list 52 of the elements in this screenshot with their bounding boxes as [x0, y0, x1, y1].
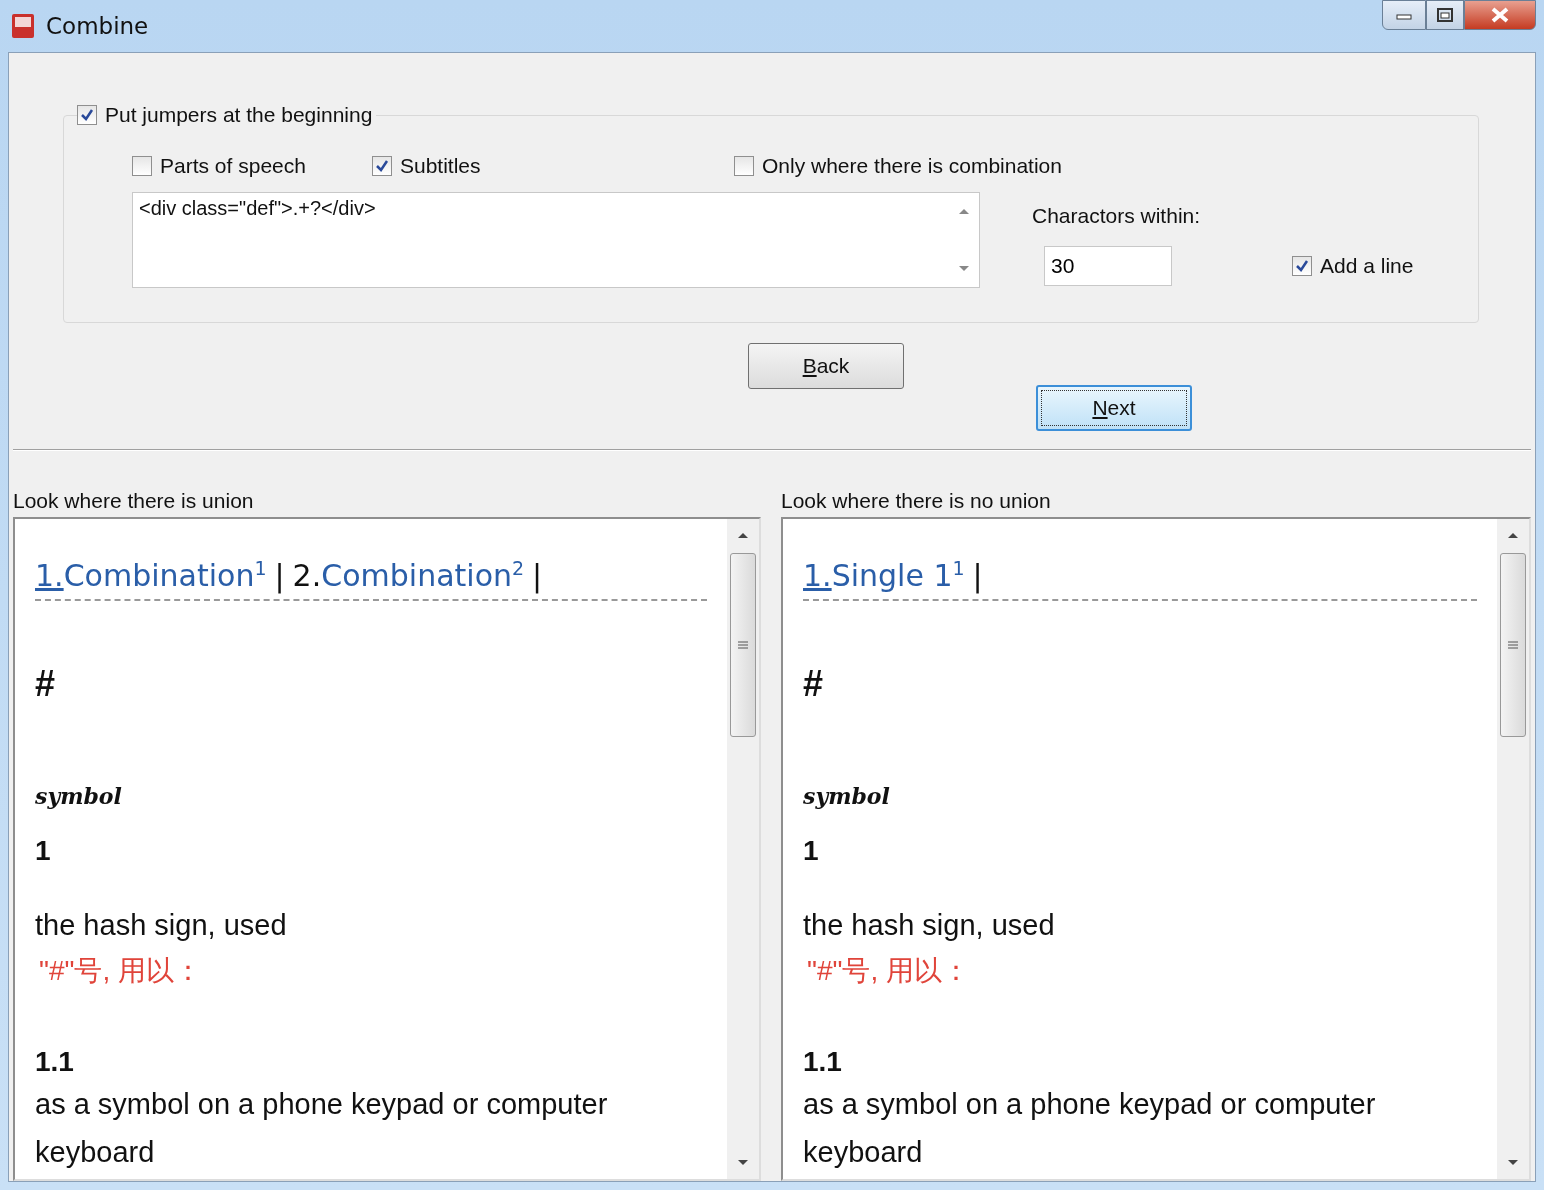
characters-label: Charactors within:: [1032, 204, 1201, 227]
entry-link[interactable]: 2.Combination$^{2}$: [292, 558, 525, 593]
pane-label: Look where there is no union: [781, 489, 1052, 513]
maximize-icon: [1437, 8, 1453, 22]
scroll-up-icon: [737, 531, 749, 539]
definition-text: the hash sign, used: [803, 909, 1056, 942]
definition-text: the hash sign, used: [35, 909, 288, 942]
window-title: Combine: [46, 13, 149, 39]
link-separator: |: [274, 558, 285, 593]
check-icon: [80, 108, 94, 122]
sense-number: 1: [35, 835, 52, 867]
definition-text: as a symbol on a phone keypad or computer keyboard: [803, 1087, 1377, 1170]
scroll-down-icon: [737, 1159, 749, 1167]
link-separator: |: [972, 558, 983, 593]
dialog-button[interactable]: Back: [748, 343, 904, 389]
pane-label: Look where there is union: [13, 489, 255, 513]
entry-link[interactable]: 1.Combination$^{1}$: [35, 558, 267, 593]
pattern-field[interactable]: <div class="def">.+?</div>: [132, 192, 980, 288]
scrollbar[interactable]: [1497, 519, 1529, 1179]
definition-text: as a symbol on a phone keypad or computer keyboard: [35, 1087, 609, 1170]
option-checkbox[interactable]: Parts of speech: [132, 154, 372, 178]
option-checkbox[interactable]: Only where there is combination: [734, 154, 1062, 178]
add-line-checkbox[interactable]: Add a line: [1292, 254, 1414, 278]
close-icon: [1490, 7, 1510, 23]
check-icon: [1295, 259, 1309, 273]
headword: #: [35, 663, 57, 705]
scroll-down-icon: [1507, 1159, 1519, 1167]
minimize-button[interactable]: [1382, 0, 1426, 30]
dialog-button[interactable]: Next: [1036, 385, 1192, 431]
sense-number: 1: [803, 835, 820, 867]
option-checkbox[interactable]: Subtitles: [372, 154, 734, 178]
translation-text: "#"号, 用以：: [807, 954, 971, 988]
scroll-up-icon: [958, 207, 970, 215]
maximize-button[interactable]: [1426, 0, 1464, 30]
sense-number: 1.1: [803, 1046, 843, 1078]
sense-number: 1.1: [35, 1046, 75, 1078]
scroll-up-icon: [1507, 531, 1519, 539]
scroll-thumb[interactable]: [1500, 553, 1526, 737]
characters-field[interactable]: 30: [1044, 246, 1172, 286]
part-of-speech: symbol: [35, 783, 123, 809]
scroll-thumb[interactable]: [730, 553, 756, 737]
entry-link[interactable]: 1.Single 1$^{1}$: [803, 558, 965, 593]
jumpers-checkbox[interactable]: Put jumpers at the beginning: [77, 103, 377, 127]
close-button[interactable]: [1464, 0, 1536, 30]
scrollbar[interactable]: [727, 519, 759, 1179]
book-icon: [10, 12, 36, 40]
headword: #: [803, 663, 825, 705]
translation-text: "#"号, 用以：: [39, 954, 203, 988]
link-separator: |: [532, 558, 543, 593]
part-of-speech: symbol: [803, 783, 891, 809]
scroll-down-icon: [958, 265, 970, 273]
check-icon: [375, 159, 389, 173]
